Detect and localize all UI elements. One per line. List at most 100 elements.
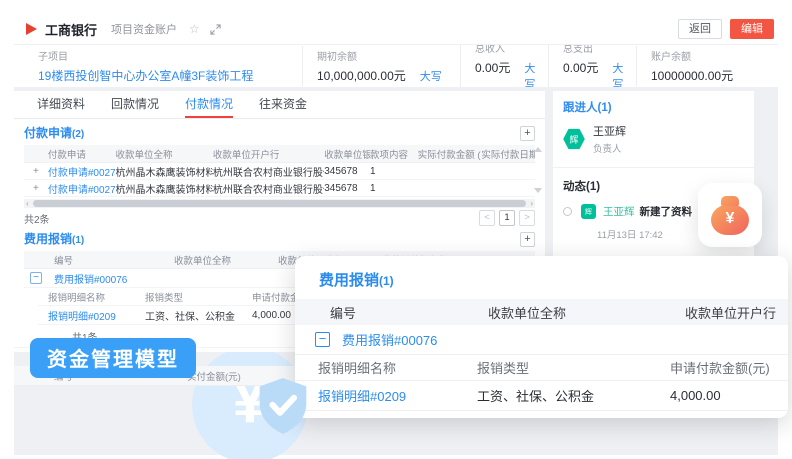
field-subproject: 子项目 19楼西投创智中心办公室A幢3F装饰工程 xyxy=(24,46,302,86)
clock-icon xyxy=(563,207,572,216)
add-expense-button[interactable]: + xyxy=(520,232,535,247)
col-header: 款项内容 xyxy=(370,147,418,161)
expense-section-title: 费用报销 xyxy=(24,232,72,246)
expense-link[interactable]: 费用报销#00076 xyxy=(54,271,127,286)
activity-user: 王亚辉 xyxy=(603,204,635,219)
scroll-right-icon[interactable]: › xyxy=(530,199,533,208)
payment-request-link[interactable]: 付款申请#00272 xyxy=(48,181,116,196)
add-payment-button[interactable]: + xyxy=(520,126,535,141)
scroll-up-icon[interactable] xyxy=(534,147,542,152)
expand-row-icon[interactable]: + xyxy=(24,166,48,177)
col-header: 收款单位全称 xyxy=(488,303,685,322)
cell-account: 345678 xyxy=(324,166,370,177)
cell-company: 杭州晶木森鹰装饰材料有限公司 xyxy=(115,164,212,179)
col-header: 收款单位开户行 xyxy=(213,147,324,161)
page-number[interactable]: 1 xyxy=(499,210,515,226)
payment-request-link[interactable]: 付款申请#00274 xyxy=(48,164,116,179)
table-row: + 付款申请#00274 杭州晶木森鹰装饰材料有限公司 杭州联合农村商业银行股份… xyxy=(24,163,535,180)
expense-link[interactable]: 费用报销#00076 xyxy=(342,330,437,349)
col-header: 报销明细名称 xyxy=(38,290,145,304)
col-header: 报销明细名称 xyxy=(295,358,477,377)
overlay-detail-row: 报销明细#0209 工资、社保、公积金 4,000.00 xyxy=(295,381,788,411)
payment-table-footer: 共2条 < 1 > xyxy=(14,208,545,228)
tab-bar: 详细资料 回款情况 付款情况 往来资金 xyxy=(14,91,545,119)
field-label: 总收入 xyxy=(475,45,534,55)
col-header: 实际付款日期 xyxy=(481,147,535,161)
field-opening-balance: 期初余额 10,000,000.00元 大写 xyxy=(302,46,460,86)
expense-zoom-panel: 费用报销(1) 编号 收款单位全称 收款单位开户行 − 费用报销#00076 报… xyxy=(295,256,788,418)
scroll-down-icon[interactable] xyxy=(534,188,542,193)
col-header: 申请付款金额(元) xyxy=(670,358,788,377)
avatar: 辉 xyxy=(581,204,596,219)
field-value: 10,000,000.00元 xyxy=(317,67,406,84)
field-value: 0.00元 xyxy=(475,59,510,76)
field-label: 期初余额 xyxy=(317,48,446,63)
favorite-star-icon[interactable]: ☆ xyxy=(189,22,200,36)
uppercase-link[interactable]: 大写 xyxy=(612,60,623,87)
cell-amount: 4,000.00 xyxy=(670,388,788,403)
overlay-expense-row: − 费用报销#00076 xyxy=(295,325,788,355)
followers-count: (1) xyxy=(598,102,612,114)
scroll-left-icon[interactable]: ‹ xyxy=(26,199,29,208)
breadcrumb: 项目资金账户 xyxy=(111,21,177,37)
edit-button[interactable]: 编辑 xyxy=(730,19,774,39)
avatar: 辉 xyxy=(563,128,585,150)
summary-row: 子项目 19楼西投创智中心办公室A幢3F装饰工程 期初余额 10,000,000… xyxy=(14,45,778,87)
detail-link[interactable]: 报销明细#0209 xyxy=(295,386,477,405)
activity-action: 新建了资料 xyxy=(640,204,693,219)
payment-table-header: 付款申请 收款单位全称 收款单位开户行 收款单位银行帐号 款项内容 实际付款金额… xyxy=(24,145,535,163)
tab-details[interactable]: 详细资料 xyxy=(37,91,85,118)
expense-count: (1) xyxy=(72,235,84,246)
tab-payments[interactable]: 付款情况 xyxy=(185,91,233,118)
next-page-button[interactable]: > xyxy=(519,210,535,226)
overlay-table-header: 编号 收款单位全称 收款单位开户行 xyxy=(295,299,788,325)
collapse-row-icon[interactable]: − xyxy=(30,272,42,284)
overlay-title: 费用报销(1) xyxy=(295,256,788,299)
field-label: 总支出 xyxy=(563,45,622,55)
scrollbar-thumb[interactable] xyxy=(33,200,526,207)
record-count: 共2条 xyxy=(24,211,50,226)
fullscreen-icon[interactable] xyxy=(210,24,221,35)
cell-bank: 杭州联合农村商业银行股份有限公司半山支行 xyxy=(213,164,324,179)
cell-company: 杭州晶木森鹰装饰材料有限公司 xyxy=(115,181,212,196)
table-row: + 付款申请#00272 杭州晶木森鹰装饰材料有限公司 杭州联合农村商业银行股份… xyxy=(24,180,535,197)
cell-content: 1 xyxy=(370,166,418,177)
col-header: 编号 xyxy=(295,303,488,322)
subproject-link[interactable]: 19楼西投创智中心办公室A幢3F装饰工程 xyxy=(38,67,253,84)
col-header: 收款单位银行帐号 xyxy=(324,147,370,161)
moneybag-shortcut-card[interactable]: ¥ xyxy=(698,183,762,247)
shield-check-icon xyxy=(255,375,311,442)
horizontal-scrollbar[interactable]: ‹ › xyxy=(24,199,535,208)
col-header: 编号 xyxy=(24,253,174,267)
uppercase-link[interactable]: 大写 xyxy=(420,68,442,84)
field-account-balance: 账户余额 10000000.00元 xyxy=(636,46,747,86)
field-total-expense: 总支出 0.00元 大写 xyxy=(548,45,636,87)
vertical-scrollbar[interactable] xyxy=(534,147,542,193)
cell-type: 工资、社保、公积金 xyxy=(145,308,252,323)
prev-page-button[interactable]: < xyxy=(479,210,495,226)
uppercase-link[interactable]: 大写 xyxy=(524,60,535,87)
follower-name: 王亚辉 xyxy=(593,123,626,139)
payment-section-title: 付款申请 xyxy=(24,126,72,140)
divider xyxy=(553,167,754,168)
activity-count: (1) xyxy=(586,181,600,193)
cell-account: 345678 xyxy=(324,183,370,194)
payment-count: (2) xyxy=(72,129,84,140)
collapse-row-icon[interactable]: − xyxy=(315,332,330,347)
tab-transactions[interactable]: 往来资金 xyxy=(259,91,307,118)
field-label: 账户余额 xyxy=(651,48,733,63)
pagination: < 1 > xyxy=(479,210,535,226)
followers-title: 跟进人(1) xyxy=(553,91,754,119)
follower-item[interactable]: 辉 王亚辉 负责人 xyxy=(553,119,754,165)
field-value: 0.00元 xyxy=(563,59,598,76)
back-button[interactable]: 返回 xyxy=(678,19,722,39)
overlay-detail-header: 报销明细名称 报销类型 申请付款金额(元) xyxy=(295,355,788,381)
detail-link[interactable]: 报销明细#0209 xyxy=(38,308,145,323)
cell-bank: 杭州联合农村商业银行股份有限公司半山支行 xyxy=(213,181,324,196)
tab-collections[interactable]: 回款情况 xyxy=(111,91,159,118)
expand-row-icon[interactable]: + xyxy=(24,183,48,194)
cell-type: 工资、社保、公积金 xyxy=(477,386,670,405)
follower-role: 负责人 xyxy=(593,141,626,155)
col-header: 收款单位开户行 xyxy=(685,303,788,322)
brand-logo-icon xyxy=(26,23,37,35)
